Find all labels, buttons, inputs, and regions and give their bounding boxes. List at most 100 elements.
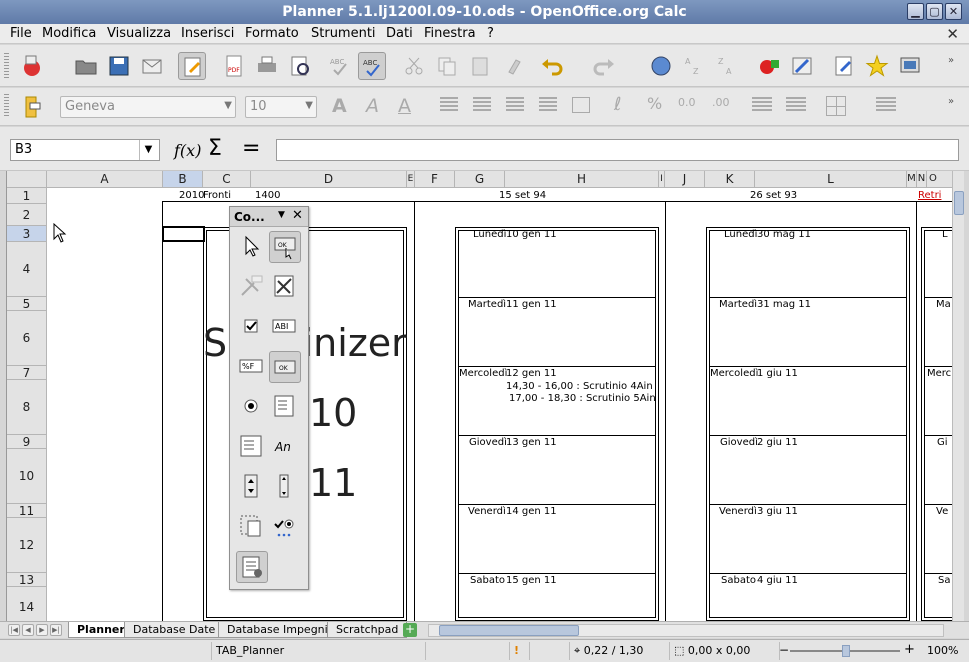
font-size-combo[interactable]: 10 ▼ bbox=[245, 96, 317, 118]
form-navigator-icon[interactable] bbox=[236, 551, 268, 583]
redo-icon[interactable] bbox=[590, 52, 618, 80]
zoom-level[interactable]: 100% bbox=[927, 644, 958, 657]
column-header-l[interactable]: L bbox=[755, 171, 907, 188]
cell-n1[interactable]: Retri bbox=[918, 190, 941, 201]
column-header-d[interactable]: D bbox=[251, 171, 407, 188]
next-sheet-icon[interactable]: ▶ bbox=[36, 624, 48, 636]
cut-icon[interactable] bbox=[400, 52, 428, 80]
label-field-icon[interactable]: An bbox=[269, 431, 301, 463]
list-box-icon[interactable] bbox=[269, 391, 301, 423]
column-header-k[interactable]: K bbox=[705, 171, 755, 188]
gallery-icon[interactable] bbox=[863, 52, 891, 80]
chevron-down-icon[interactable]: ▼ bbox=[278, 210, 285, 220]
name-box[interactable]: B3 ▼ bbox=[10, 139, 160, 161]
add-decimal-icon[interactable]: .00 bbox=[712, 96, 730, 109]
decrease-indent-icon[interactable] bbox=[752, 97, 772, 113]
week2-day-date[interactable]: 2 giu 11 bbox=[757, 437, 798, 448]
close-document-icon[interactable]: ✕ bbox=[946, 25, 959, 43]
italic-icon[interactable]: A bbox=[366, 95, 379, 117]
design-mode-icon[interactable] bbox=[236, 271, 268, 303]
select-all-corner[interactable] bbox=[7, 171, 47, 188]
sum-button[interactable]: Σ bbox=[208, 136, 222, 161]
autospellcheck-icon[interactable]: ABC bbox=[358, 52, 386, 80]
data-sources-icon[interactable] bbox=[896, 52, 924, 80]
column-header-n[interactable]: N bbox=[917, 171, 927, 188]
week2-day-date[interactable]: 4 giu 11 bbox=[757, 575, 798, 586]
menu-formato[interactable]: Formato bbox=[245, 26, 299, 41]
appointment-note[interactable]: 17,00 - 18,30 : Scrutinio 5Ain bbox=[509, 393, 656, 404]
export-pdf-icon[interactable]: PDF bbox=[220, 52, 248, 80]
increase-indent-icon[interactable] bbox=[786, 97, 806, 113]
draw-functions-icon[interactable] bbox=[788, 52, 816, 80]
open-folder-icon[interactable] bbox=[72, 52, 100, 80]
sort-descending-icon[interactable]: ZA bbox=[713, 52, 741, 80]
column-header-j[interactable]: J bbox=[665, 171, 705, 188]
copy-icon[interactable] bbox=[433, 52, 461, 80]
edit-file-icon[interactable] bbox=[178, 52, 206, 80]
minimize-button[interactable]: ▁ bbox=[907, 3, 924, 20]
week1-day-date[interactable]: 15 gen 11 bbox=[506, 575, 557, 586]
row-header[interactable]: 9 bbox=[7, 435, 47, 449]
column-header-h[interactable]: H bbox=[505, 171, 659, 188]
column-header-a[interactable]: A bbox=[47, 171, 163, 188]
column-header-f[interactable]: F bbox=[415, 171, 455, 188]
insert-chart-icon[interactable] bbox=[755, 52, 783, 80]
last-sheet-icon[interactable]: ▶| bbox=[50, 624, 62, 636]
vertical-scrollbar-thumb[interactable] bbox=[954, 191, 964, 215]
navigator-icon[interactable] bbox=[830, 52, 858, 80]
bold-icon[interactable]: A bbox=[332, 95, 347, 117]
menu-help[interactable]: ? bbox=[487, 26, 494, 41]
menu-dati[interactable]: Dati bbox=[386, 26, 413, 41]
row-header[interactable]: 1 bbox=[7, 188, 47, 204]
row-header[interactable]: 4 bbox=[7, 242, 47, 297]
row-header[interactable]: 11 bbox=[7, 504, 47, 518]
more-controls-icon[interactable] bbox=[269, 511, 301, 543]
row-header[interactable]: 3 bbox=[7, 226, 47, 242]
menu-strumenti[interactable]: Strumenti bbox=[311, 26, 376, 41]
week2-day-date[interactable]: 31 mag 11 bbox=[757, 299, 811, 310]
column-header-m[interactable]: M bbox=[907, 171, 917, 188]
row-header[interactable]: 6 bbox=[7, 311, 47, 366]
spreadsheet-grid[interactable]: A B C D E F G H I J K L M N O 1 2 3 4 5 … bbox=[6, 171, 952, 621]
print-preview-icon[interactable] bbox=[286, 52, 314, 80]
vertical-scrollbar[interactable] bbox=[952, 171, 964, 621]
menu-file[interactable]: File bbox=[10, 26, 32, 41]
clone-format-icon[interactable] bbox=[500, 52, 528, 80]
zoom-in-icon[interactable]: + bbox=[904, 642, 915, 657]
previous-sheet-icon[interactable]: ◀ bbox=[22, 624, 34, 636]
menu-inserisci[interactable]: Inserisci bbox=[181, 26, 234, 41]
week1-day-date[interactable]: 13 gen 11 bbox=[506, 437, 557, 448]
close-window-button[interactable]: ✕ bbox=[945, 3, 962, 20]
spellcheck-icon[interactable]: ABC bbox=[326, 52, 354, 80]
appointment-note[interactable]: 14,30 - 16,00 : Scrutinio 4Ain bbox=[506, 381, 653, 392]
currency-format-icon[interactable]: ℓ bbox=[614, 94, 621, 115]
zoom-out-icon[interactable]: − bbox=[779, 643, 789, 657]
row-header[interactable]: 5 bbox=[7, 297, 47, 311]
hyperlink-icon[interactable] bbox=[647, 52, 675, 80]
cell-b1[interactable]: 2010 bbox=[179, 190, 204, 201]
week1-day-date[interactable]: 10 gen 11 bbox=[506, 229, 557, 240]
formula-input[interactable] bbox=[276, 139, 959, 161]
align-right-icon[interactable] bbox=[506, 97, 524, 113]
justify-icon[interactable] bbox=[539, 97, 557, 113]
form-controls-header[interactable]: Co... ▼ ✕ bbox=[230, 207, 308, 227]
maximize-button[interactable]: ▢ bbox=[926, 3, 943, 20]
font-name-combo[interactable]: Geneva ▼ bbox=[60, 96, 236, 118]
control-properties-icon[interactable] bbox=[269, 271, 301, 303]
align-center-icon[interactable] bbox=[473, 97, 491, 113]
row-header[interactable]: 14 bbox=[7, 587, 47, 621]
undo-icon[interactable] bbox=[538, 52, 566, 80]
checkbox-control-icon[interactable] bbox=[236, 311, 268, 343]
new-document-icon[interactable] bbox=[18, 52, 46, 80]
formatted-field-icon[interactable]: %F bbox=[236, 351, 268, 383]
zoom-slider-thumb[interactable] bbox=[842, 645, 850, 657]
combo-box-icon[interactable] bbox=[236, 431, 268, 463]
week2-day-date[interactable]: 30 mag 11 bbox=[757, 229, 811, 240]
column-header-b[interactable]: B bbox=[163, 171, 203, 188]
toolbar-grip[interactable] bbox=[4, 53, 9, 79]
chevron-down-icon[interactable]: ▼ bbox=[139, 140, 157, 160]
add-sheet-icon[interactable]: + bbox=[403, 623, 417, 637]
underline-icon[interactable]: A bbox=[398, 95, 411, 117]
sort-ascending-icon[interactable]: AZ bbox=[680, 52, 708, 80]
row-header[interactable]: 2 bbox=[7, 204, 47, 226]
